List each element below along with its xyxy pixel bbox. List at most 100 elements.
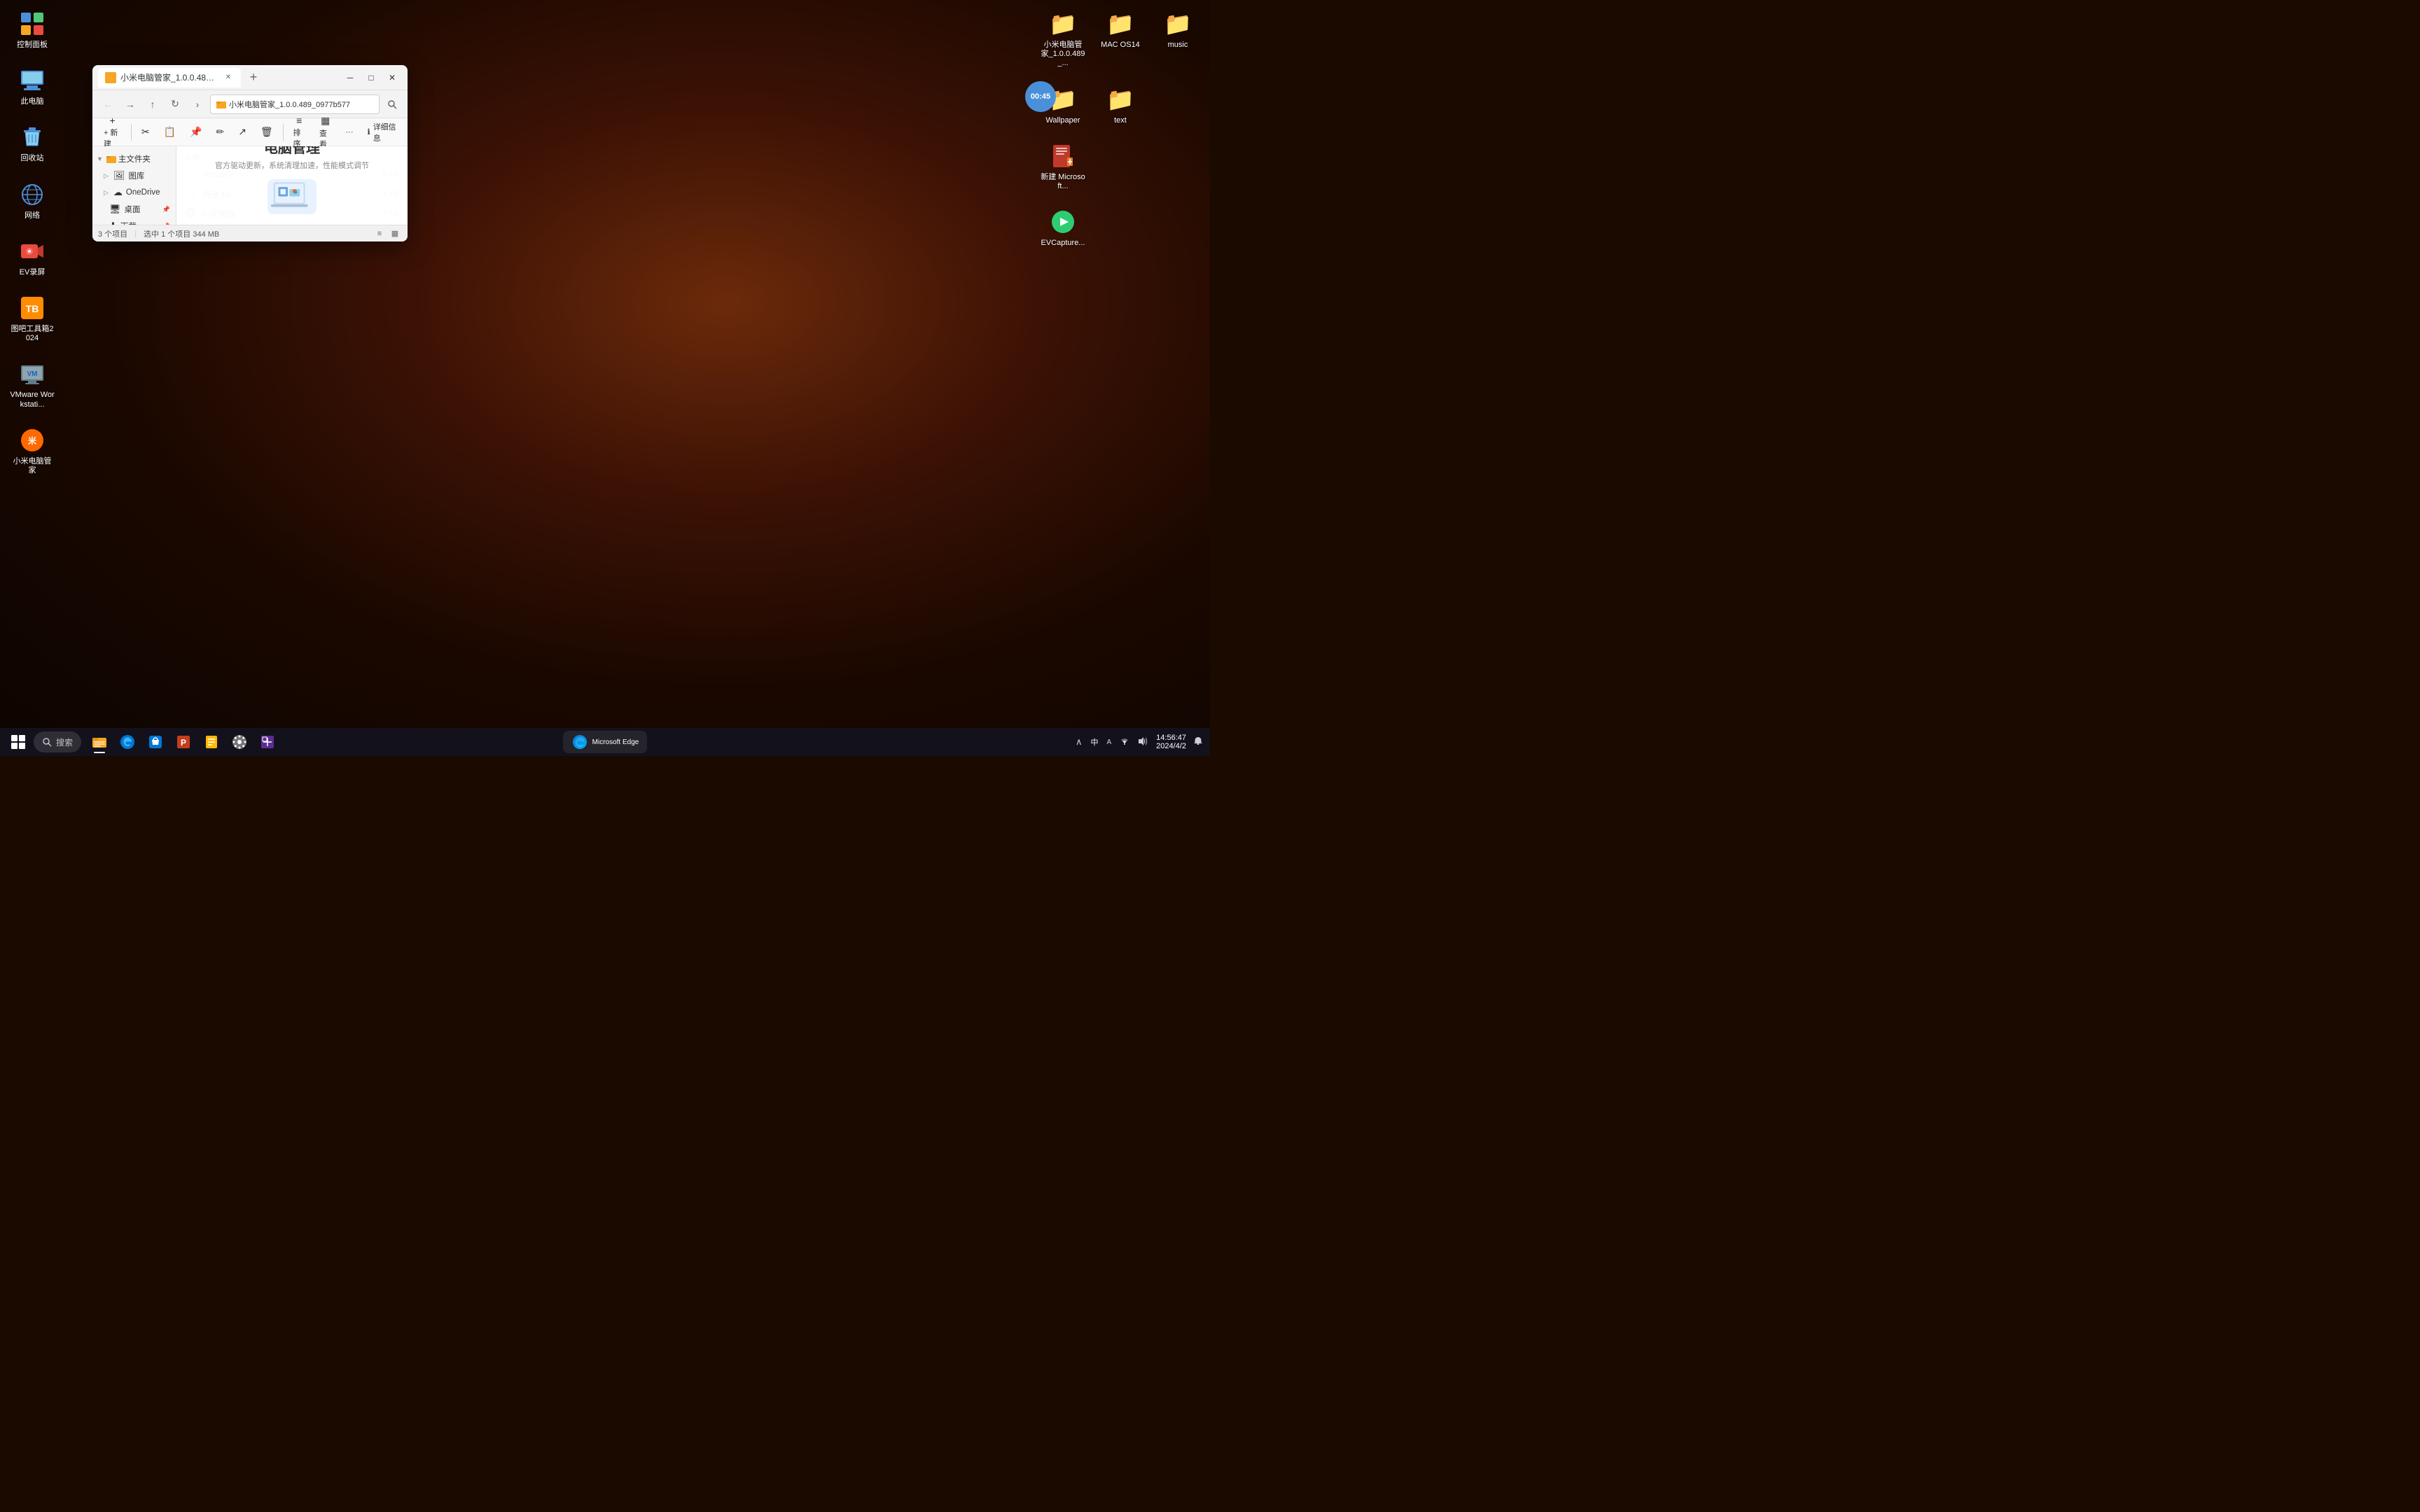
new-tab-button[interactable]: +: [244, 68, 263, 88]
this-pc-label: 此电脑: [21, 97, 44, 106]
more-button[interactable]: ···: [340, 120, 359, 144]
desktop-icon-ev-recorder[interactable]: EV录屏: [7, 234, 57, 280]
start-button[interactable]: [6, 729, 31, 755]
nav-forward-button[interactable]: →: [120, 94, 140, 114]
install-progress-area: 正在安装 77%: [222, 224, 362, 225]
explorer-main: ▼ 主文件夹 ▷ 🖼 图库 ▷ ☁ OneDrive 🖥 桌面 📌: [92, 146, 408, 225]
timer-display: 00:45: [1031, 92, 1050, 101]
explorer-sidebar: ▼ 主文件夹 ▷ 🖼 图库 ▷ ☁ OneDrive 🖥 桌面 📌: [92, 146, 176, 225]
taskbar-file-explorer[interactable]: [87, 729, 112, 755]
taskbar-store[interactable]: [143, 729, 168, 755]
address-bar[interactable]: 小米电脑管家_1.0.0.489_0977b577: [210, 94, 380, 114]
taskbar-powerpoint[interactable]: P: [171, 729, 196, 755]
delete-button[interactable]: 🗑: [255, 120, 279, 144]
maximize-button[interactable]: □: [361, 68, 381, 88]
sidebar-desktop-label: 桌面: [125, 204, 141, 215]
xiaomi-folder-label: 小米电脑管家_1.0.0.489_...: [1041, 41, 1085, 69]
notification-button[interactable]: [1192, 735, 1204, 750]
desktop-icon-new-microsoft[interactable]: 新建 Microsoft...: [1038, 139, 1088, 194]
desktop-icon-recycle-bin[interactable]: 回收站: [7, 120, 57, 166]
explorer-nav-bar: ← → ↑ ↻ › 小米电脑管家_1.0.0.489_0977b577: [92, 90, 408, 118]
nav-back-button[interactable]: ←: [98, 94, 118, 114]
drawing-tools-icon: TB: [18, 294, 46, 322]
view-buttons: ≡ ▦: [373, 227, 402, 240]
desktop-icon-text-folder[interactable]: 📁 text: [1095, 83, 1146, 128]
taskbar-clock[interactable]: 14:56:47 2024/4/2: [1156, 734, 1186, 750]
close-button[interactable]: ✕: [382, 68, 402, 88]
desktop-icon-music-folder[interactable]: 📁 music: [1153, 7, 1203, 71]
cut-button[interactable]: ✂: [136, 120, 155, 144]
nav-refresh-button[interactable]: ↻: [165, 94, 185, 114]
taskbar-powerpoint-icon: P: [176, 734, 191, 750]
sidebar-item-onedrive[interactable]: ▷ ☁ OneDrive: [92, 184, 176, 201]
new-microsoft-label: 新建 Microsoft...: [1041, 173, 1085, 191]
grid-view-button[interactable]: ▦: [388, 227, 402, 240]
recycle-bin-icon: [18, 123, 46, 151]
status-selected: 选中 1 个项目 344 MB: [144, 228, 219, 239]
show-hidden-button[interactable]: ∧: [1073, 735, 1085, 749]
taskbar-search[interactable]: 搜索: [34, 732, 81, 752]
control-panel-icon: [18, 10, 46, 38]
desktop-icon-xiaomi-folder[interactable]: 📁 小米电脑管家_1.0.0.489_...: [1038, 7, 1088, 71]
taskbar-edge-icon: [120, 734, 135, 750]
language-icon[interactable]: A: [1104, 737, 1115, 748]
nav-address-dropdown[interactable]: ›: [188, 94, 207, 114]
explorer-tab[interactable]: 小米电脑管家_1.0.0.489_0977b ✕: [98, 68, 241, 88]
install-overlay: 电脑管理 官方驱动更新，系统清理加速，性能模式调节: [176, 146, 408, 225]
copy-button[interactable]: 📋: [158, 120, 181, 144]
text-folder-label: text: [1114, 116, 1127, 125]
taskbar-app-icons: P: [87, 729, 280, 755]
rename-button[interactable]: ✏: [210, 120, 230, 144]
view-button[interactable]: ▦ 查看: [314, 120, 338, 144]
desktop-icon-vmware[interactable]: VM VMware Workstati...: [7, 357, 57, 412]
taskbar-file-explorer-icon: [92, 734, 107, 750]
new-button[interactable]: + + 新建: [98, 120, 127, 144]
tab-folder-icon: [105, 72, 116, 83]
svg-text:米: 米: [28, 435, 37, 446]
sort-button[interactable]: ≡ 排序: [288, 120, 312, 144]
toolbar-separator-1: [131, 124, 132, 141]
status-count: 3 个项目: [98, 228, 127, 239]
edge-label-container: Microsoft Edge: [592, 738, 639, 746]
details-button-label: 详细信息: [373, 121, 396, 144]
install-status-label: 正在安装: [222, 224, 253, 225]
music-folder-icon: 📁: [1164, 10, 1192, 38]
desktop-icon-evcapture[interactable]: EVCapture...: [1038, 205, 1088, 251]
timer-widget[interactable]: 00:45: [1025, 81, 1056, 112]
sidebar-folder-icon: [106, 154, 116, 164]
xiaomi-manager-icon: 米: [18, 426, 46, 454]
input-method-icon[interactable]: 中: [1088, 735, 1101, 749]
network-tray-icon[interactable]: [1117, 735, 1132, 750]
desktop-icon-drawing-tools[interactable]: TB 图吧工具箱2024: [7, 291, 57, 346]
minimize-button[interactable]: ─: [340, 68, 360, 88]
xiaomi-manager-label: 小米电脑管家: [10, 457, 55, 475]
desktop-icon-this-pc[interactable]: 此电脑: [7, 64, 57, 109]
desktop-icon-control-panel[interactable]: 控制面板: [7, 7, 57, 52]
macos-folder-icon: 📁: [1106, 10, 1134, 38]
explorer-status-bar: 3 个项目 | 选中 1 个项目 344 MB ≡ ▦: [92, 225, 408, 241]
nav-up-button[interactable]: ↑: [143, 94, 162, 114]
desktop-icon-network[interactable]: 网络: [7, 178, 57, 223]
paste-button[interactable]: 📌: [184, 120, 207, 144]
desktop-icon-xiaomi-manager[interactable]: 米 小米电脑管家: [7, 424, 57, 478]
tab-close-button[interactable]: ✕: [223, 72, 234, 83]
desktop-icon-macos-folder[interactable]: 📁 MAC OS14: [1095, 7, 1146, 71]
taskbar-settings[interactable]: [227, 729, 252, 755]
volume-tray-icon[interactable]: [1135, 735, 1150, 750]
install-subtitle: 官方驱动更新，系统清理加速，性能模式调节: [215, 160, 369, 171]
taskbar-notes[interactable]: [199, 729, 224, 755]
text-folder-icon: 📁: [1106, 85, 1134, 113]
list-view-button[interactable]: ≡: [373, 227, 387, 240]
edge-taskbar-icon[interactable]: Microsoft Edge: [563, 731, 648, 753]
notification-icon: [1193, 736, 1203, 746]
details-button[interactable]: ℹ 详细信息: [362, 119, 403, 146]
taskbar-edge[interactable]: [115, 729, 140, 755]
share-button[interactable]: ↗: [232, 120, 252, 144]
sidebar-item-gallery[interactable]: ▷ 🖼 图库: [92, 167, 176, 184]
sidebar-main-folder[interactable]: ▼ 主文件夹: [92, 150, 176, 167]
taskbar-capture-icon: [260, 734, 275, 750]
taskbar-capture[interactable]: [255, 729, 280, 755]
search-button[interactable]: [382, 94, 402, 114]
sidebar-item-downloads[interactable]: ⬇ 下载 📌: [92, 218, 176, 225]
sidebar-item-desktop[interactable]: 🖥 桌面 📌: [92, 201, 176, 218]
